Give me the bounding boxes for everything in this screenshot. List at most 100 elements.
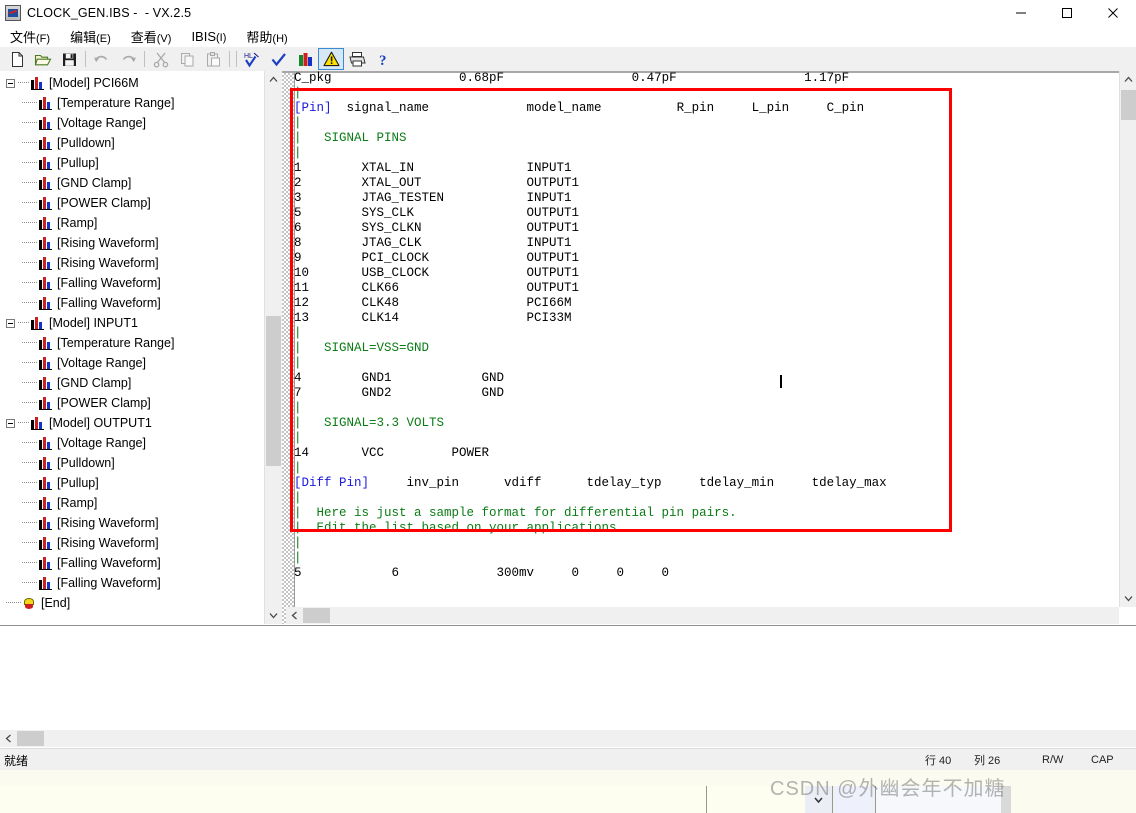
highlight-check-icon[interactable]: HL [240,48,266,70]
editor-scroll-thumb[interactable] [1121,90,1136,120]
maximize-icon[interactable] [1044,0,1090,25]
model-icon [39,156,52,170]
tree-connector [6,602,21,604]
tree-item-label: [Rising Waveform] [57,256,159,270]
tree-item[interactable]: [POWER Clamp] [0,393,265,413]
chevron-down-icon[interactable] [805,786,833,813]
tree-connector [22,362,37,364]
tree-scroll-thumb[interactable] [266,316,281,466]
code-line: 12 CLK48 PCI66M [294,296,1114,311]
tree-item[interactable]: [GND Clamp] [0,173,265,193]
menu-edit-label: 编辑 [70,29,97,45]
tree-item[interactable]: [Pullup] [0,473,265,493]
output-hscroll-thumb[interactable] [17,731,44,746]
code-span: 10 USB_CLOCK OUTPUT1 [294,266,580,280]
minimize-icon[interactable] [998,0,1044,25]
code-line: | [294,536,1114,551]
output-horizontal-scrollbar[interactable] [0,730,1136,747]
ibis-text-editor[interactable]: C_pkg 0.68pF 0.47pF 1.17pF | [Pin] signal_… [282,71,1136,624]
scroll-down-icon[interactable] [265,607,282,624]
tree-collapse-icon[interactable] [6,78,15,88]
code-line: | [294,146,1114,161]
tree-item[interactable]: [Pulldown] [0,133,265,153]
model-icon [39,436,52,450]
tree-item[interactable]: [Ramp] [0,493,265,513]
tree-item[interactable]: [Model] OUTPUT1 [0,413,265,433]
menu-file[interactable]: 文件(F) [0,26,60,47]
tree-item[interactable]: [Temperature Range] [0,93,265,113]
code-span: | SIGNAL PINS [294,131,407,145]
code-line: 13 CLK14 PCI33M [294,311,1114,326]
tree-item[interactable]: [Pulldown] [0,453,265,473]
tree-connector [22,462,37,464]
tree-item[interactable]: [Voltage Range] [0,113,265,133]
code-line: | [294,116,1114,131]
tree-item[interactable]: [Rising Waveform] [0,233,265,253]
code-line: 14 VCC POWER [294,446,1114,461]
tree-connector [22,142,37,144]
code-span: 1 XTAL_IN INPUT1 [294,161,572,175]
open-folder-icon[interactable] [30,48,56,70]
check-icon[interactable] [266,48,292,70]
scroll-left-icon[interactable] [286,607,303,624]
tree-item[interactable]: [End] [0,593,265,613]
scroll-left-icon[interactable] [0,730,17,747]
tree-item[interactable]: [GND Clamp] [0,373,265,393]
model-icon [39,456,52,470]
tree-item[interactable]: [Falling Waveform] [0,553,265,573]
tree-item-label: [POWER Clamp] [57,196,151,210]
code-span: 5 SYS_CLK OUTPUT1 [294,206,580,220]
tree-item[interactable]: [Falling Waveform] [0,293,265,313]
save-disk-icon[interactable] [56,48,82,70]
code-line: 7 GND2 GND [294,386,1114,401]
tree-item[interactable]: [Rising Waveform] [0,513,265,533]
scroll-up-icon[interactable] [1120,71,1136,88]
model-tree[interactable]: [Model] PCI66M [Temperature Range] [Voltag… [0,73,265,613]
tree-item[interactable]: [Voltage Range] [0,433,265,453]
tree-item[interactable]: [Model] PCI66M [0,73,265,93]
tree-item[interactable]: [Ramp] [0,213,265,233]
editor-vertical-scrollbar[interactable] [1119,71,1136,607]
editor-hscroll-thumb[interactable] [303,608,330,623]
menu-ibis[interactable]: IBIS(I) [181,28,236,45]
model-icon [39,236,52,250]
help-icon[interactable]: ? [370,48,396,70]
code-line: | [294,461,1114,476]
tree-collapse-icon[interactable] [6,418,15,428]
tree-item[interactable]: [Pullup] [0,153,265,173]
status-column-label: 列 26 [974,755,1001,767]
tree-item[interactable]: [POWER Clamp] [0,193,265,213]
text-caret [780,375,782,388]
menu-edit[interactable]: 编辑(E) [60,26,121,47]
editor-horizontal-scrollbar[interactable] [286,607,1119,624]
model-icon [39,516,52,530]
close-icon[interactable] [1090,0,1136,25]
tree-item[interactable]: [Rising Waveform] [0,253,265,273]
warning-icon[interactable] [318,48,344,70]
tree-item[interactable]: [Falling Waveform] [0,573,265,593]
menu-ibis-label: IBIS [191,28,217,44]
tree-item[interactable]: [Temperature Range] [0,333,265,353]
tree-item[interactable]: [Model] INPUT1 [0,313,265,333]
tree-connector [22,182,37,184]
model-bars-icon[interactable] [292,48,318,70]
tree-collapse-icon[interactable] [6,318,15,328]
toolbar-separator [229,51,230,67]
tree-vertical-scrollbar[interactable] [264,71,282,624]
code-span: | [294,461,302,475]
menu-help[interactable]: 帮助(H) [236,26,297,47]
scroll-down-icon[interactable] [1120,590,1136,607]
menu-view[interactable]: 查看(V) [121,26,182,47]
editor-code-area[interactable]: C_pkg 0.68pF 0.47pF 1.17pF | [Pin] signal_… [294,71,1114,581]
status-rw-label: R/W [1042,754,1064,766]
tree-item[interactable]: [Voltage Range] [0,353,265,373]
new-file-icon[interactable] [4,48,30,70]
print-icon[interactable] [344,48,370,70]
code-line: 8 JTAG_CLK INPUT1 [294,236,1114,251]
code-span: | [294,431,302,445]
tree-item[interactable]: [Rising Waveform] [0,533,265,553]
scroll-up-icon[interactable] [265,71,282,88]
tree-item[interactable]: [Falling Waveform] [0,273,265,293]
tree-item-label: [Voltage Range] [57,116,146,130]
output-pane [0,625,1136,731]
